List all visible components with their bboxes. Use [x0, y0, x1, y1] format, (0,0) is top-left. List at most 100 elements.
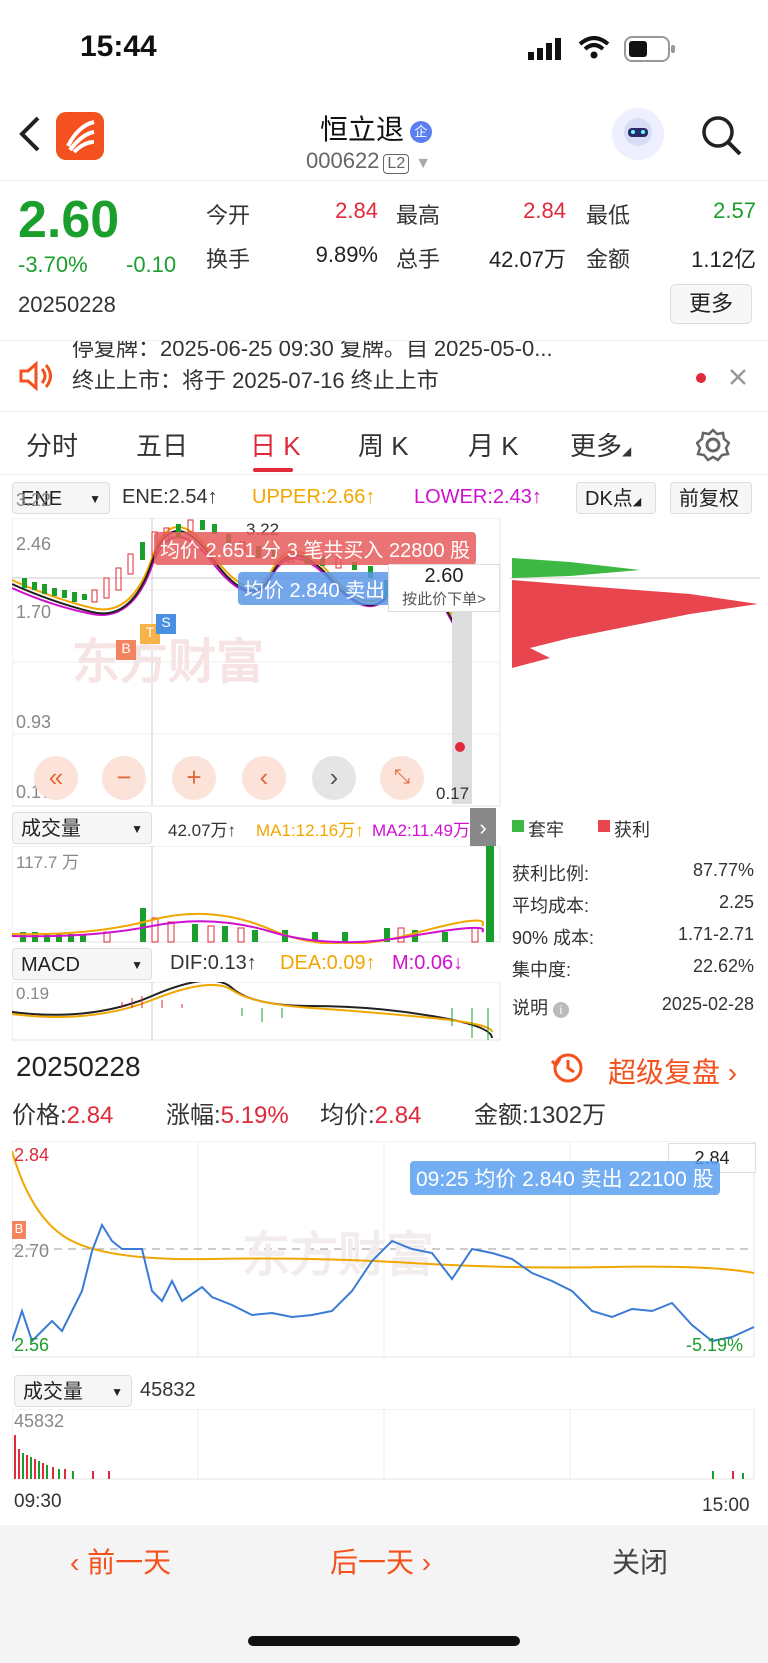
- notice-line-1: 停复牌：2025-06-25 09:30 复牌。自 2025-05-0...: [72, 340, 553, 361]
- intraday-volume-select[interactable]: 成交量 ▼: [14, 1375, 132, 1407]
- prev-day-button[interactable]: ‹ 前一天: [70, 1541, 171, 1581]
- history-clock-icon[interactable]: [550, 1051, 584, 1085]
- volume-chart: [12, 846, 501, 944]
- time-start: 09:30: [14, 1491, 62, 1512]
- ene-value: ENE:2.54↑: [122, 486, 218, 508]
- trap-legend-label: 套牢: [528, 820, 564, 840]
- open-value: 2.84: [335, 198, 378, 223]
- change-value: -0.10: [126, 252, 177, 277]
- zoom-in-button[interactable]: +: [172, 756, 216, 800]
- svg-text:东方财富: 东方财富: [242, 1229, 434, 1282]
- kline-y-tick-0: 3.22: [16, 490, 52, 510]
- fast-rewind-button[interactable]: «: [34, 756, 78, 800]
- upper-value: UPPER:2.66↑: [252, 486, 376, 508]
- search-icon[interactable]: [700, 114, 744, 158]
- collapse-panel-arrow-icon[interactable]: ›: [470, 808, 496, 848]
- detail-amount: 金额:1302万: [474, 1102, 607, 1129]
- macd-top: 0.19: [16, 984, 50, 1003]
- volume-ma2: MA2:11.49万: [372, 821, 470, 840]
- buy-marker-icon: B: [116, 640, 136, 660]
- wifi-icon: [578, 36, 610, 59]
- more-button[interactable]: 更多: [670, 284, 752, 324]
- tab-monthly-k[interactable]: 月 K: [468, 426, 519, 463]
- tab-daily-k[interactable]: 日 K: [250, 426, 301, 463]
- kline-y-tick-2: 1.70: [16, 602, 52, 622]
- detail-date: 20250228: [16, 1051, 141, 1082]
- detail-price: 价格:2.84: [12, 1102, 114, 1129]
- time-end: 15:00: [702, 1495, 750, 1516]
- macd-dif: DIF:0.13↑: [170, 952, 257, 974]
- intraday-y-top: 2.84: [14, 1145, 50, 1165]
- fullscreen-icon[interactable]: ⤡: [380, 756, 424, 800]
- settings-gear-icon[interactable]: [696, 428, 730, 462]
- move-left-button[interactable]: ‹: [242, 756, 286, 800]
- chip-note[interactable]: 说明 i: [512, 994, 570, 1020]
- price-tip[interactable]: 2.60 按此价下单>: [388, 564, 500, 612]
- signal-icon: [528, 38, 561, 60]
- high-value: 2.84: [523, 198, 566, 223]
- battery-icon: [624, 36, 675, 62]
- open-label: 今开: [206, 203, 251, 228]
- tab-weekly-k[interactable]: 周 K: [358, 426, 409, 463]
- notice-banner[interactable]: 停复牌：2025-06-25 09:30 复牌。自 2025-05-0... 终…: [0, 340, 768, 412]
- macd-chart: [12, 982, 501, 1041]
- intraday-volume-chart: [12, 1409, 755, 1480]
- close-icon[interactable]: [728, 367, 748, 387]
- volume-ma1: MA1:12.16万↑: [256, 821, 364, 840]
- intraday-volume-value: 45832: [140, 1379, 196, 1401]
- change-percent: -3.70%: [18, 252, 88, 277]
- tab-intraday[interactable]: 分时: [26, 426, 78, 463]
- sell-callout: 均价 2.840 卖出: [238, 572, 392, 605]
- close-button[interactable]: 关闭: [612, 1541, 668, 1581]
- status-bar: 15:44: [0, 0, 768, 100]
- volume-label: 总手: [396, 247, 441, 272]
- turnover-label: 换手: [206, 247, 251, 272]
- home-indicator: [248, 1636, 520, 1646]
- dk-point-toggle[interactable]: DK点◢: [576, 482, 656, 514]
- chevron-right-icon: ›: [727, 1057, 738, 1088]
- quote-summary: 2.60 -3.70% -0.10 20250228 今开 2.84 最高 2.…: [0, 182, 768, 340]
- adjust-button[interactable]: 前复权: [670, 482, 752, 514]
- enterprise-badge: 企: [410, 120, 433, 143]
- volume-max: 117.7 万: [16, 853, 80, 872]
- tab-five-day[interactable]: 五日: [136, 426, 188, 463]
- zoom-out-button[interactable]: −: [102, 756, 146, 800]
- kline-y-tick-1: 2.46: [16, 534, 52, 554]
- tab-more[interactable]: 更多◢: [570, 426, 631, 463]
- turnover-value: 9.89%: [315, 242, 378, 267]
- profit-legend-swatch: [598, 820, 610, 832]
- clock: 15:44: [80, 30, 157, 63]
- macd-dea: DEA:0.09↑: [280, 952, 376, 974]
- intraday-right-bottom: -5.19%: [686, 1335, 744, 1355]
- macd-select[interactable]: MACD ▼: [12, 948, 152, 980]
- super-replay-link[interactable]: 超级复盘 ›: [608, 1051, 737, 1091]
- chip-date: 2025-02-28: [661, 994, 754, 1014]
- chevron-left-icon: ‹: [70, 1547, 80, 1578]
- chip-label-avg-cost: 平均成本:: [512, 896, 590, 916]
- chip-value-profit-ratio: 87.77%: [692, 860, 754, 880]
- chevron-right-icon: ›: [421, 1547, 432, 1578]
- lower-value: LOWER:2.43↑: [414, 486, 542, 508]
- low-label: 最低: [586, 203, 631, 228]
- macd-m: M:0.06↓: [392, 952, 464, 974]
- volume-value: 42.07万: [488, 247, 566, 272]
- chip-label-90-cost: 90% 成本:: [512, 928, 595, 948]
- speaker-icon: [19, 361, 52, 391]
- chip-distribution: [510, 558, 760, 668]
- sell-marker-icon: S: [156, 614, 176, 634]
- back-icon[interactable]: [16, 114, 44, 154]
- volume-select[interactable]: 成交量 ▼: [12, 812, 152, 844]
- app-logo: [56, 112, 104, 160]
- stock-code[interactable]: 000622 L2 ▼: [306, 148, 431, 174]
- detail-change: 涨幅:5.19%: [166, 1102, 289, 1129]
- intraday-callout: 09:25 均价 2.840 卖出 22100 股: [410, 1161, 720, 1195]
- kline-watermark: 东方财富: [72, 636, 264, 689]
- level-badge: L2: [383, 154, 410, 174]
- assistant-avatar-icon[interactable]: [612, 108, 664, 160]
- move-right-button[interactable]: ›: [312, 756, 356, 800]
- volume-value: 42.07万↑: [168, 821, 237, 840]
- next-day-button[interactable]: 后一天 ›: [330, 1541, 431, 1581]
- period-tabs: 分时 五日 日 K 周 K 月 K 更多◢: [0, 414, 768, 475]
- chip-label-concentration: 集中度:: [512, 960, 572, 980]
- low-value: 2.57: [713, 198, 756, 223]
